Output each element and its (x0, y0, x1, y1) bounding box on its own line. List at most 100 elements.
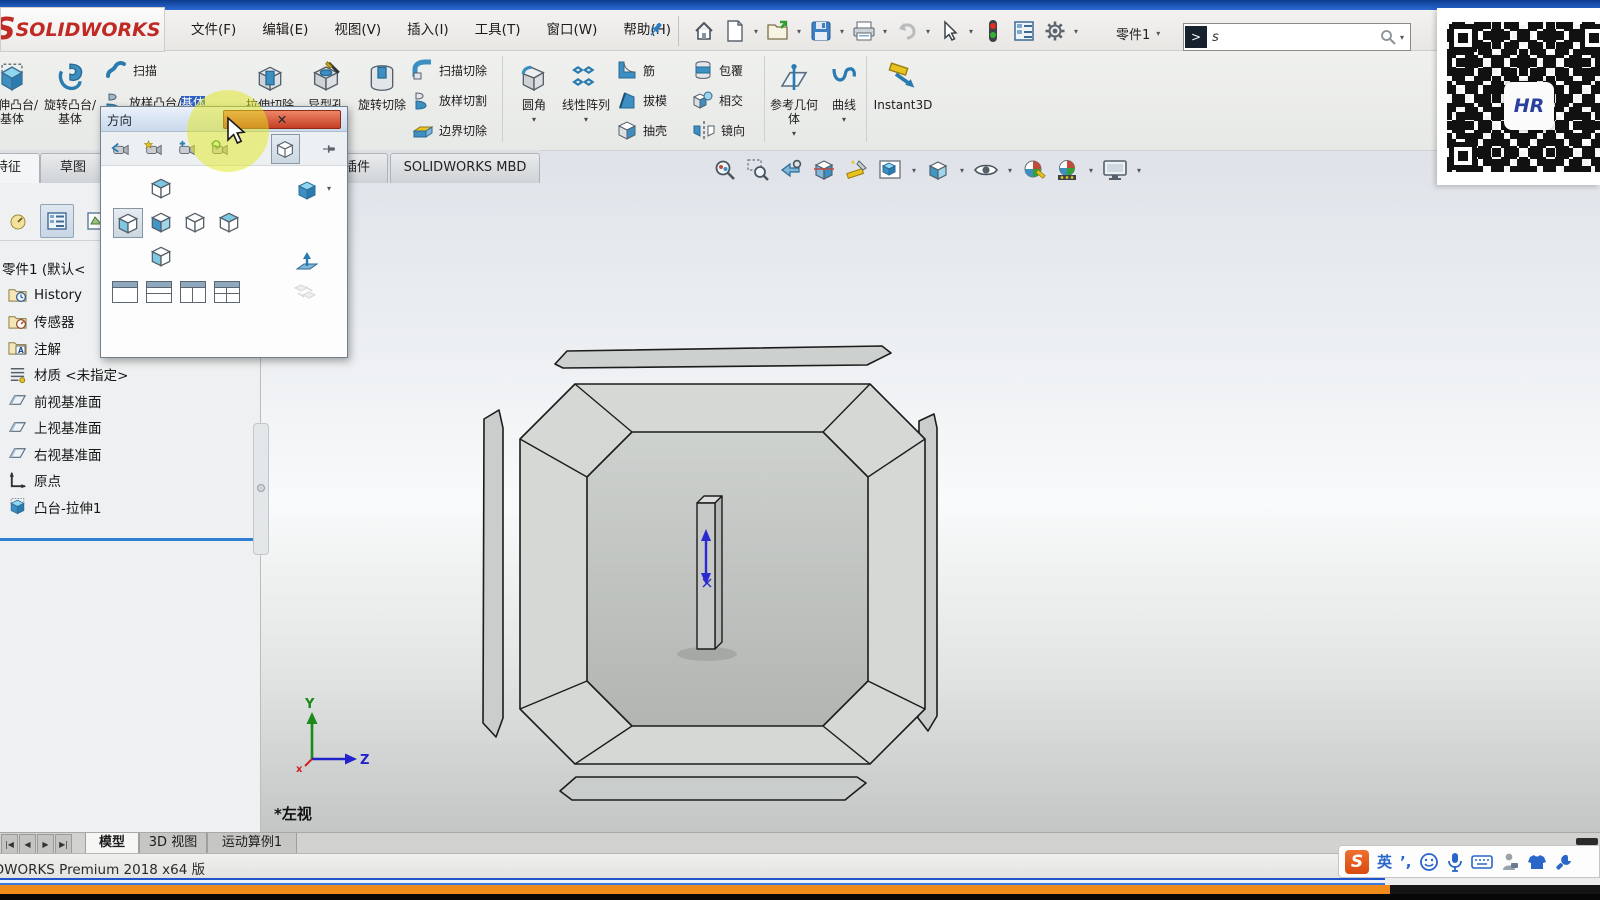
ribbon-curves-button[interactable]: 曲线 ▾ (824, 54, 864, 124)
new-document-button[interactable] (721, 18, 748, 44)
print-button[interactable] (850, 18, 877, 44)
menu-file[interactable]: 文件(F) (178, 16, 249, 44)
tab-sketch[interactable]: 草图 (40, 153, 106, 183)
ime-logo[interactable]: S (1345, 850, 1369, 874)
search-box[interactable]: > s ▾ (1183, 23, 1411, 51)
isometric-view-button[interactable] (293, 176, 321, 204)
keyboard-icon[interactable] (1471, 854, 1493, 870)
ime-minimize-notch[interactable] (1576, 838, 1598, 845)
toolbox-person-icon[interactable] (1501, 852, 1519, 872)
select-dropdown-arrow[interactable]: ▾ (967, 27, 975, 36)
open-button[interactable] (764, 18, 791, 44)
ribbon-wrap-button[interactable]: 包覆 (692, 58, 743, 82)
ribbon-revolved-cut-button[interactable]: 旋转切除 (354, 54, 410, 112)
document-selector[interactable]: 零件1 ▾ (1116, 24, 1162, 43)
open-dropdown-arrow[interactable]: ▾ (795, 27, 803, 36)
tree-item-boss-extrude[interactable]: 凸台-拉伸1 (0, 494, 258, 521)
menu-pin-icon[interactable] (646, 19, 666, 39)
tab-features[interactable]: 特征 (0, 153, 40, 183)
single-viewport-button[interactable] (111, 278, 139, 306)
ribbon-reference-geometry-button[interactable]: 参考几何体 ▾ (766, 54, 822, 138)
panel-splitter[interactable] (253, 423, 269, 555)
search-magnifier[interactable]: ▾ (1380, 29, 1410, 45)
right-view-button[interactable] (181, 208, 209, 236)
ribbon-swept-cut-button[interactable]: 扫描切除 (412, 58, 487, 82)
tab-3d-views[interactable]: 3D 视图 (139, 833, 207, 854)
ribbon-mirror-button[interactable]: 镜向 (692, 118, 745, 142)
panel-tab-feature-tree[interactable] (40, 204, 74, 238)
menu-insert[interactable]: 插入(I) (394, 16, 462, 44)
zoom-to-area-icon[interactable] (745, 157, 771, 183)
four-viewport-button[interactable] (213, 278, 241, 306)
tab-scroll-next[interactable]: ▶ (37, 834, 54, 854)
ribbon-linear-pattern-button[interactable]: 线性阵列 ▾ (558, 54, 614, 124)
microphone-icon[interactable] (1447, 852, 1463, 872)
tab-solidworks-mbd[interactable]: SOLIDWORKS MBD (390, 153, 540, 183)
apply-scene-icon[interactable] (1054, 157, 1080, 183)
back-view-button[interactable] (215, 208, 243, 236)
view-settings-icon[interactable] (1102, 157, 1128, 183)
new-view-camera-icon[interactable] (111, 139, 131, 159)
hide-show-items-icon[interactable] (973, 157, 999, 183)
tab-motion-study[interactable]: 运动算例1 (207, 833, 297, 854)
ribbon-fillet-button[interactable]: 圆角 ▾ (506, 54, 562, 124)
pin-icon[interactable] (321, 140, 337, 158)
search-dropdown-arrow[interactable]: ▾ (1398, 33, 1406, 42)
fillet-dropdown-arrow[interactable]: ▾ (506, 115, 562, 124)
ribbon-sweep-button[interactable]: 扫描 (104, 58, 157, 82)
home-button[interactable] (690, 18, 717, 44)
tab-scroll-last[interactable]: ▶| (55, 834, 72, 854)
document-dropdown-arrow[interactable]: ▾ (1154, 29, 1162, 38)
properties-list-icon[interactable] (1010, 18, 1037, 44)
undo-button[interactable] (893, 18, 920, 44)
tab-scroll-prev[interactable]: ◀ (19, 834, 36, 854)
tab-model[interactable]: 模型 (85, 833, 139, 854)
front-view-button[interactable] (147, 208, 175, 236)
normal-to-button[interactable] (293, 248, 321, 276)
wrench-icon[interactable] (1555, 853, 1573, 871)
model-left-view[interactable]: Y Z x (260, 151, 1600, 832)
display-style-icon[interactable] (925, 157, 951, 183)
top-view-button[interactable] (147, 174, 175, 202)
search-input[interactable]: s (1208, 30, 1380, 45)
ribbon-lofted-cut-button[interactable]: 放样切割 (412, 88, 487, 112)
ribbon-revolved-boss-button[interactable]: 旋转凸台/基体 (42, 54, 98, 126)
view-orientation-dropdown[interactable]: ▾ (910, 166, 918, 175)
ime-language-toggle[interactable]: 英 (1377, 851, 1392, 872)
menu-tools[interactable]: 工具(T) (462, 16, 534, 44)
tree-item-material[interactable]: 材质 <未指定> (0, 361, 258, 388)
ribbon-boundary-cut-button[interactable]: 边界切除 (412, 118, 487, 142)
menu-window[interactable]: 窗口(W) (533, 16, 610, 44)
view-selector-cube-button[interactable] (271, 134, 300, 164)
isometric-dropdown-arrow[interactable]: ▾ (325, 184, 333, 193)
save-dropdown-arrow[interactable]: ▾ (838, 27, 846, 36)
bottom-view-button[interactable] (147, 242, 175, 270)
ribbon-shell-button[interactable]: 抽壳 (616, 118, 667, 142)
skin-shirt-icon[interactable] (1527, 853, 1547, 871)
previous-view-icon[interactable] (778, 157, 804, 183)
options-dropdown-arrow[interactable]: ▾ (1072, 27, 1080, 36)
save-button[interactable] (807, 18, 834, 44)
tree-item-front-plane[interactable]: 前视基准面 (0, 388, 258, 415)
linear-pattern-dropdown-arrow[interactable]: ▾ (558, 115, 614, 124)
left-view-button-selected[interactable] (113, 208, 143, 238)
menu-view[interactable]: 视图(V) (321, 16, 394, 44)
view-orientation-icon[interactable] (877, 157, 903, 183)
emoji-icon[interactable] (1419, 852, 1439, 872)
tree-item-right-plane[interactable]: 右视基准面 (0, 441, 258, 468)
curves-dropdown-arrow[interactable]: ▾ (824, 115, 864, 124)
menu-edit[interactable]: 编辑(E) (249, 16, 321, 44)
graphics-viewport[interactable]: ▾ ▾ ▾ ▾ ▾ (260, 151, 1600, 832)
ribbon-extruded-boss-button[interactable]: 拉伸凸台/基体 (0, 54, 40, 126)
add-view-camera-icon[interactable] (144, 139, 164, 159)
video-progress-bar[interactable] (0, 885, 1600, 894)
two-viewport-vertical-button[interactable] (179, 278, 207, 306)
panel-tab-misc-icon[interactable] (2, 205, 34, 237)
view-settings-dropdown[interactable]: ▾ (1135, 166, 1143, 175)
ime-punctuation-toggle[interactable]: ’, (1400, 853, 1411, 871)
ribbon-hole-wizard-button[interactable]: 异型孔 (298, 54, 354, 112)
apply-scene-dropdown[interactable]: ▾ (1087, 166, 1095, 175)
tree-item-origin[interactable]: 原点 (0, 467, 258, 494)
sketch-tools-icon[interactable] (844, 157, 870, 183)
undo-dropdown-arrow[interactable]: ▾ (924, 27, 932, 36)
